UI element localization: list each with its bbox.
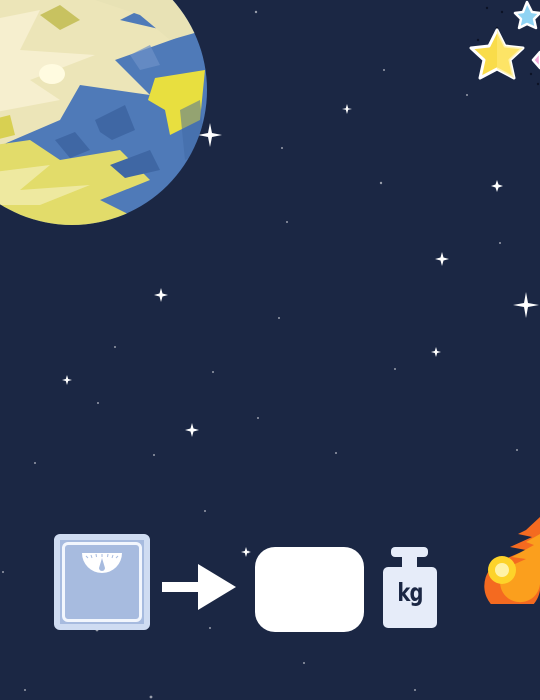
kg-weight-icon: kg — [382, 547, 438, 629]
right-arrow-icon — [162, 564, 236, 610]
answer-input[interactable] — [255, 547, 364, 632]
bathroom-scale-icon — [82, 553, 122, 573]
comet-icon — [484, 517, 540, 604]
kg-unit-label: kg — [397, 578, 423, 607]
bathroom-scale-button[interactable] — [54, 534, 150, 630]
